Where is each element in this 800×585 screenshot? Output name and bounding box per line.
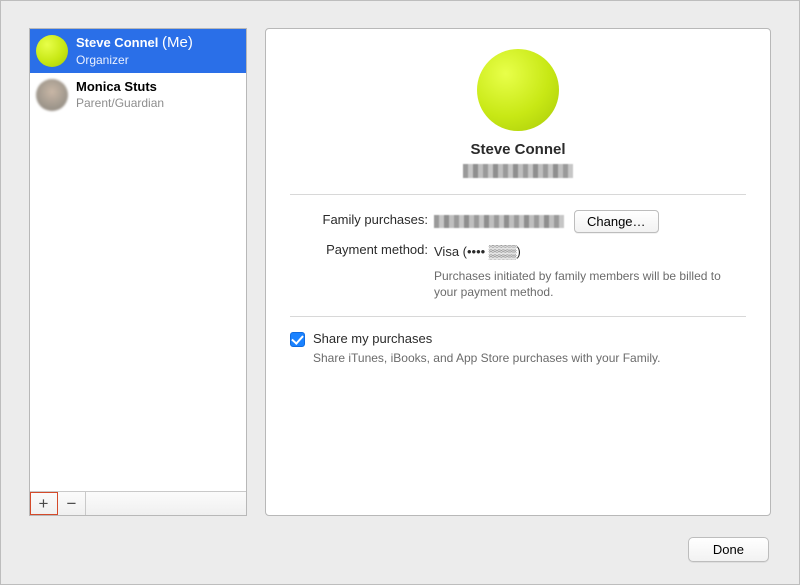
member-list-container: Steve Connel (Me) Organizer Monica Stuts… <box>30 29 246 491</box>
share-purchases-description: Share iTunes, iBooks, and App Store purc… <box>313 350 661 366</box>
divider <box>290 316 746 317</box>
profile-header: Steve Connel <box>290 49 746 178</box>
payment-method-label: Payment method: <box>290 239 428 257</box>
payment-method-row: Payment method: Visa (•••• ▒▒▒) Purchase… <box>290 239 746 300</box>
add-member-button[interactable]: + <box>30 492 58 515</box>
member-text: Monica Stuts Parent/Guardian <box>76 79 164 110</box>
member-role: Parent/Guardian <box>76 96 164 111</box>
member-name-text: Steve Connel <box>76 35 158 50</box>
member-role: Organizer <box>76 53 193 68</box>
share-purchases-label: Share my purchases <box>313 331 661 346</box>
family-sharing-window: Steve Connel (Me) Organizer Monica Stuts… <box>0 0 800 585</box>
member-text: Steve Connel (Me) Organizer <box>76 34 193 68</box>
member-item-steve[interactable]: Steve Connel (Me) Organizer <box>30 29 246 73</box>
member-name: Steve Connel (Me) <box>76 34 193 53</box>
change-button[interactable]: Change… <box>574 210 659 233</box>
divider <box>290 194 746 195</box>
member-name: Monica Stuts <box>76 79 164 95</box>
family-purchases-row: Family purchases: Change… <box>290 209 746 233</box>
share-purchases-row: Share my purchases Share iTunes, iBooks,… <box>290 331 746 366</box>
remove-member-button[interactable]: − <box>58 492 86 515</box>
tennis-ball-avatar-icon <box>36 35 68 67</box>
family-member-list: Steve Connel (Me) Organizer Monica Stuts… <box>29 28 247 516</box>
done-button[interactable]: Done <box>688 537 769 562</box>
payment-method-value: Visa (•••• ▒▒▒) <box>434 244 521 259</box>
profile-name: Steve Connel <box>470 141 565 158</box>
member-detail-pane: Steve Connel Family purchases: Change… P… <box>265 28 771 516</box>
family-purchases-value-obscured <box>434 215 564 228</box>
me-suffix: (Me) <box>162 34 193 51</box>
tennis-ball-avatar-icon <box>477 49 559 131</box>
share-purchases-checkbox[interactable] <box>290 332 305 347</box>
person-avatar-icon <box>36 79 68 111</box>
sidebar-footer: + − <box>30 491 246 515</box>
family-purchases-label: Family purchases: <box>290 209 428 227</box>
apple-id-obscured <box>463 164 573 178</box>
member-item-monica[interactable]: Monica Stuts Parent/Guardian <box>30 73 246 117</box>
payment-method-note: Purchases initiated by family members wi… <box>434 268 739 300</box>
